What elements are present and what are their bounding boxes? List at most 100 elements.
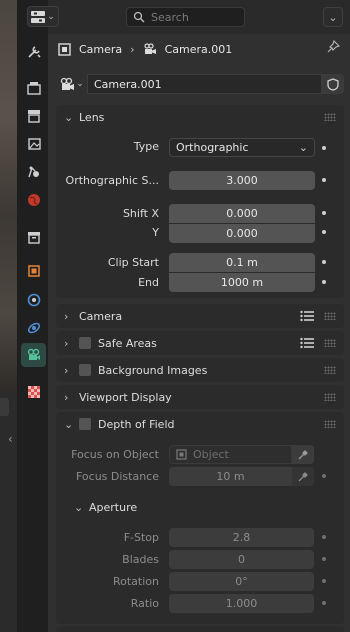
safe-areas-checkbox[interactable] bbox=[79, 337, 91, 349]
focus-distance-field[interactable]: 10 m bbox=[169, 467, 292, 486]
tab-scene[interactable] bbox=[21, 160, 46, 184]
keyframe-dot-icon[interactable] bbox=[322, 260, 326, 264]
blades-field[interactable]: 0 bbox=[169, 550, 314, 569]
breadcrumb-separator-icon: › bbox=[130, 42, 135, 56]
focus-object-field[interactable]: Object bbox=[169, 445, 292, 464]
shield-icon bbox=[327, 77, 339, 91]
pin-icon[interactable] bbox=[326, 39, 341, 57]
clip-start-field[interactable]: 0.1 m bbox=[169, 253, 315, 272]
presets-list-icon[interactable] bbox=[300, 337, 314, 349]
keyframe-dot-icon[interactable] bbox=[322, 211, 326, 215]
lens-type-select[interactable]: Orthographic ⌄ bbox=[169, 138, 315, 157]
tab-render[interactable] bbox=[21, 76, 46, 100]
safe-areas-panel[interactable]: › Safe Areas bbox=[56, 331, 344, 355]
keyframe-dot-icon[interactable] bbox=[322, 230, 326, 234]
ratio-field[interactable]: 1.000 bbox=[169, 594, 314, 613]
presets-list-icon[interactable] bbox=[300, 310, 314, 322]
ortho-scale-field[interactable]: 3.000 bbox=[169, 171, 315, 190]
keyframe-dot-icon[interactable] bbox=[322, 601, 326, 605]
camera-data-icon bbox=[27, 348, 40, 360]
depth-of-field-checkbox[interactable] bbox=[79, 418, 91, 430]
rotation-field[interactable]: 0° bbox=[169, 572, 314, 591]
chevron-down-icon: ⌄ bbox=[328, 10, 338, 24]
chevron-right-icon: › bbox=[64, 336, 69, 350]
collection-icon bbox=[27, 232, 40, 244]
breadcrumb-data: Camera.001 bbox=[164, 42, 233, 56]
lens-panel-header[interactable]: ⌄ Lens bbox=[56, 105, 344, 129]
drag-handle-icon[interactable] bbox=[324, 339, 336, 347]
tab-world[interactable] bbox=[21, 188, 46, 212]
world-icon bbox=[27, 194, 40, 206]
chevron-down-icon: ⌄ bbox=[76, 79, 84, 89]
shift-y-label: Y bbox=[152, 226, 159, 239]
focus-distance-eyedropper[interactable] bbox=[292, 467, 314, 486]
background-images-panel-title: Background Images bbox=[98, 363, 208, 377]
collapse-arrow-icon[interactable]: ‹ bbox=[8, 432, 13, 446]
depth-of-field-panel: ⌄ Depth of Field bbox=[56, 412, 344, 624]
viewport-display-panel[interactable]: › Viewport Display bbox=[56, 385, 344, 409]
breadcrumb-object: Camera bbox=[79, 42, 123, 56]
tab-output[interactable] bbox=[21, 104, 46, 128]
tool-icon bbox=[27, 46, 41, 58]
options-dropdown-button[interactable]: ⌄ bbox=[323, 7, 343, 27]
search-input[interactable]: Search bbox=[126, 7, 245, 27]
output-icon bbox=[27, 110, 40, 123]
keyframe-dot-icon[interactable] bbox=[322, 535, 326, 539]
chevron-down-icon: ⌄ bbox=[64, 417, 74, 431]
keyframe-dot-icon[interactable] bbox=[322, 474, 326, 478]
chevron-down-icon: ⌄ bbox=[64, 110, 74, 124]
viewport-display-panel-title: Viewport Display bbox=[79, 390, 172, 404]
background-images-checkbox[interactable] bbox=[79, 364, 91, 376]
chevron-right-icon: › bbox=[64, 309, 69, 323]
view-layer-icon bbox=[27, 138, 41, 150]
object-icon bbox=[27, 265, 40, 277]
clip-end-field[interactable]: 1000 m bbox=[169, 273, 315, 292]
drag-handle-icon[interactable] bbox=[324, 366, 336, 374]
camera-icon bbox=[143, 43, 156, 54]
safe-areas-panel-title: Safe Areas bbox=[98, 336, 157, 350]
drag-handle-icon[interactable] bbox=[324, 113, 336, 121]
depth-of-field-panel-header[interactable]: ⌄ Depth of Field bbox=[56, 412, 344, 436]
rotation-label: Rotation bbox=[112, 575, 159, 588]
keyframe-dot-icon[interactable] bbox=[322, 557, 326, 561]
ratio-label: Ratio bbox=[130, 597, 159, 610]
keyframe-dot-icon[interactable] bbox=[322, 579, 326, 583]
tab-object[interactable] bbox=[21, 259, 46, 283]
tab-collection[interactable] bbox=[21, 225, 46, 249]
tab-view-layer[interactable] bbox=[21, 132, 46, 156]
shift-x-field[interactable]: 0.000 bbox=[169, 204, 315, 223]
lens-type-value: Orthographic bbox=[176, 141, 249, 154]
focus-object-placeholder: Object bbox=[193, 448, 229, 461]
shift-y-field[interactable]: 0.000 bbox=[169, 224, 315, 243]
datablock-browse-button[interactable]: ⌄ bbox=[56, 74, 87, 94]
drag-handle-icon[interactable] bbox=[324, 420, 336, 428]
keyframe-dot-icon[interactable] bbox=[322, 146, 326, 150]
clip-end-label: End bbox=[138, 276, 159, 289]
background-images-panel[interactable]: › Background Images bbox=[56, 358, 344, 382]
camera-panel[interactable]: › Camera bbox=[56, 304, 344, 328]
lens-panel-title: Lens bbox=[79, 110, 105, 124]
datablock-name-field[interactable]: Camera.001 bbox=[87, 74, 322, 94]
viewport-side-button[interactable] bbox=[0, 398, 9, 416]
background-images-panel-header[interactable]: › Background Images bbox=[56, 358, 344, 382]
fstop-field[interactable]: 2.8 bbox=[169, 528, 314, 547]
aperture-subpanel-header[interactable]: ⌄ Aperture bbox=[64, 496, 336, 518]
eyedropper-icon bbox=[298, 471, 308, 481]
tab-texture[interactable] bbox=[21, 380, 46, 404]
tab-camera-data[interactable] bbox=[21, 343, 46, 367]
ortho-scale-label: Orthographic S... bbox=[65, 174, 159, 187]
tab-modifier[interactable] bbox=[21, 288, 46, 312]
fake-user-toggle[interactable] bbox=[322, 74, 344, 94]
editor-type-button[interactable]: ⌄ bbox=[27, 6, 59, 27]
focus-object-eyedropper[interactable] bbox=[292, 445, 314, 464]
viewport-display-panel-header[interactable]: › Viewport Display bbox=[56, 385, 344, 409]
texture-icon bbox=[27, 386, 40, 398]
keyframe-dot-icon[interactable] bbox=[322, 178, 326, 182]
shift-x-label: Shift X bbox=[122, 207, 159, 220]
tab-physics[interactable] bbox=[21, 316, 46, 340]
tab-tool[interactable] bbox=[21, 40, 46, 64]
keyframe-dot-icon[interactable] bbox=[322, 280, 326, 284]
drag-handle-icon[interactable] bbox=[324, 393, 336, 401]
drag-handle-icon[interactable] bbox=[324, 312, 336, 320]
viewport-preview bbox=[0, 0, 17, 392]
